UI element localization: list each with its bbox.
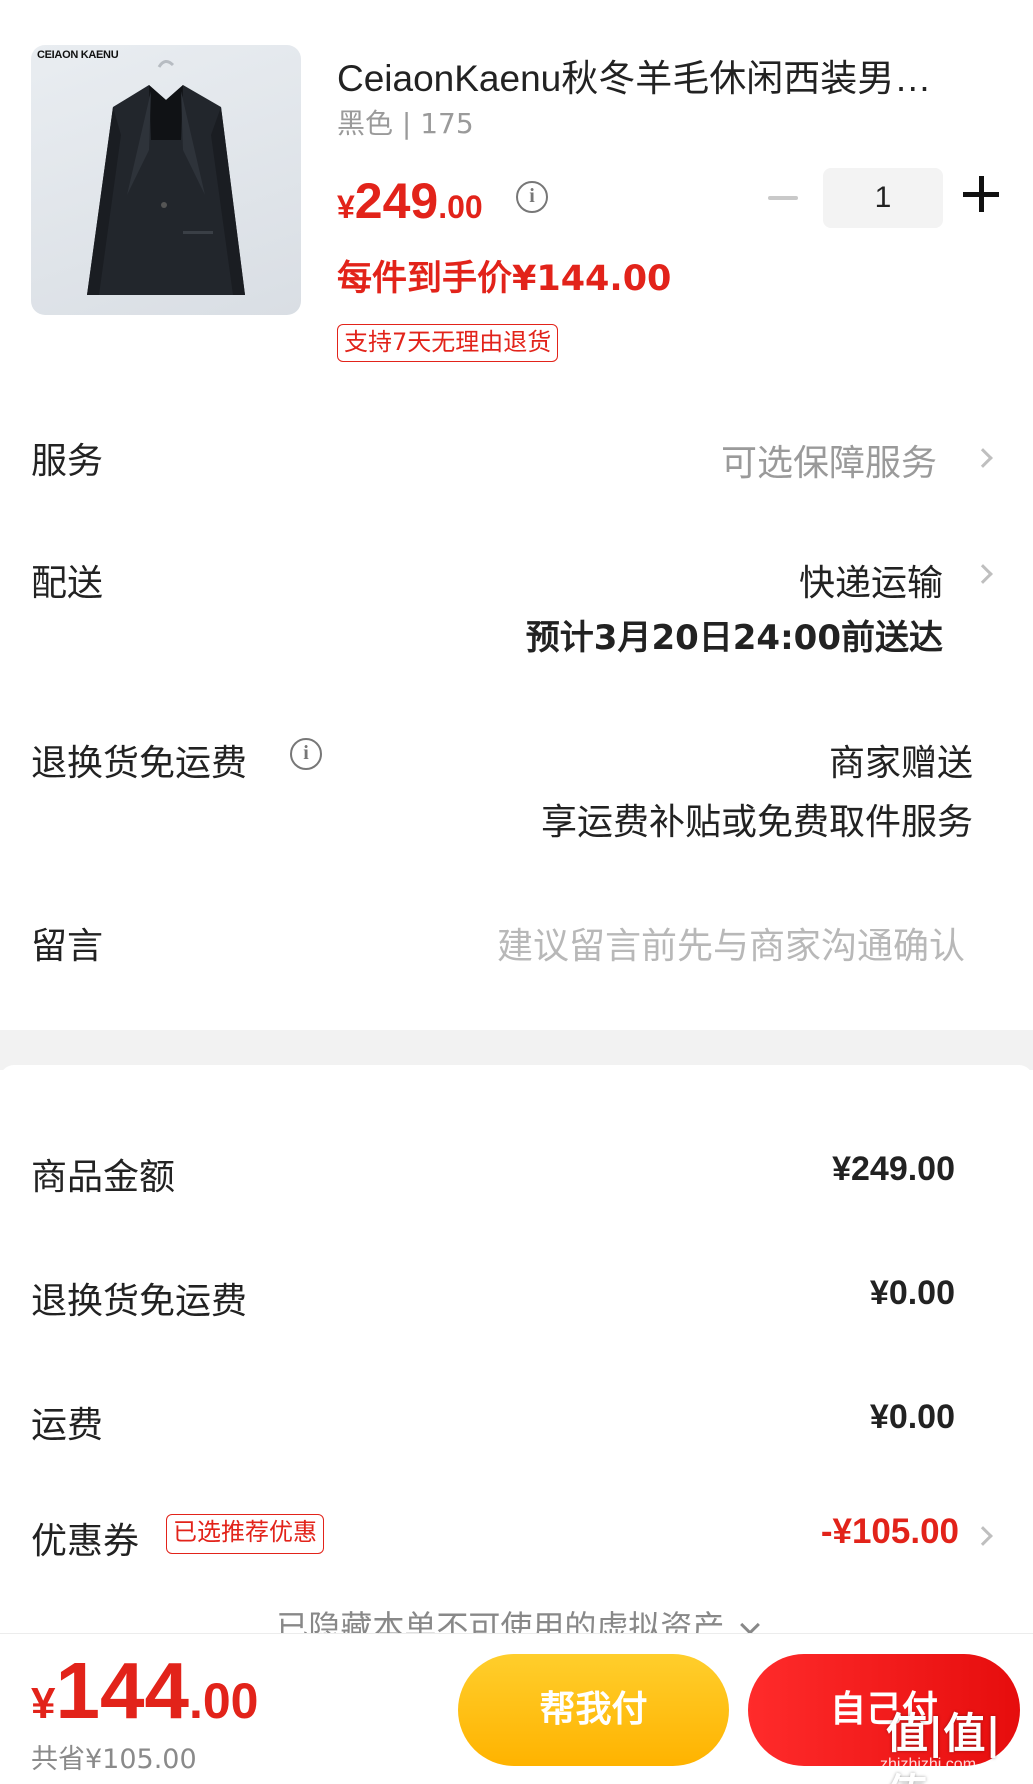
product-title[interactable]: CeiaonKaenu秋冬羊毛休闲西装男…	[337, 48, 977, 102]
section-divider	[0, 1030, 1033, 1070]
product-block: CEIAON KAENU CeiaonKaenu秋冬羊毛休闲西装男… 黑色 | …	[0, 0, 1033, 370]
message-label: 留言	[31, 926, 104, 967]
total-integer: 144	[55, 1646, 189, 1735]
unit-final-price: 每件到手价¥144.00	[337, 259, 672, 299]
product-price: ¥249.00	[337, 172, 483, 230]
coupon-label: 优惠券	[31, 1521, 140, 1562]
delivery-eta: 预计3月20日24:00前送达	[525, 618, 943, 658]
service-chevron-icon[interactable]	[973, 448, 993, 468]
return-freight-label: 退换货免运费	[31, 743, 248, 784]
goods-amount-value: ¥249.00	[832, 1150, 955, 1188]
return-policy-tag: 支持7天无理由退货	[337, 324, 559, 362]
return-freight-info-icon[interactable]: i	[290, 738, 322, 770]
total-price: ¥144.00	[31, 1645, 258, 1737]
shipping-value: ¥0.00	[869, 1398, 955, 1436]
coupon-value[interactable]: -¥105.00	[821, 1512, 959, 1552]
price-decimal: .00	[438, 189, 483, 225]
price-integer: 249	[354, 173, 439, 229]
delivery-label: 配送	[31, 563, 104, 604]
summary-return-freight-label: 退换货免运费	[31, 1281, 248, 1322]
return-freight-value: 商家赠送	[828, 743, 973, 784]
watermark-url: zhizhizhi.com	[880, 1756, 977, 1773]
delivery-method[interactable]: 快递运输	[799, 554, 943, 606]
coupon-recommended-tag: 已选推荐优惠	[166, 1514, 324, 1554]
summary-return-freight-value: ¥0.00	[869, 1274, 955, 1312]
shipping-label: 运费	[31, 1405, 104, 1446]
product-image[interactable]: CEIAON KAENU	[31, 45, 301, 315]
goods-amount-label: 商品金额	[31, 1157, 176, 1198]
product-variant[interactable]: 黑色 | 175	[337, 102, 474, 142]
total-decimal: .00	[188, 1673, 259, 1729]
total-symbol: ¥	[31, 1679, 56, 1728]
blazer-illustration	[87, 60, 245, 295]
service-label: 服务	[31, 441, 104, 482]
delivery-chevron-icon[interactable]	[973, 564, 993, 584]
chevron-down-icon	[739, 1615, 760, 1635]
help-pay-button[interactable]: 帮我付	[458, 1654, 729, 1766]
service-value[interactable]: 可选保障服务	[721, 434, 937, 486]
price-info-icon[interactable]: i	[516, 181, 548, 213]
increase-quantity-button[interactable]	[963, 176, 999, 212]
message-input[interactable]: 建议留言前先与商家沟通确认	[497, 917, 965, 969]
return-freight-desc: 享运费补贴或免费取件服务	[540, 802, 973, 843]
decrease-quantity-button[interactable]	[768, 196, 798, 200]
price-symbol: ¥	[337, 189, 355, 225]
saved-amount: 共省¥105.00	[31, 1744, 197, 1775]
quantity-input[interactable]: 1	[823, 168, 943, 228]
